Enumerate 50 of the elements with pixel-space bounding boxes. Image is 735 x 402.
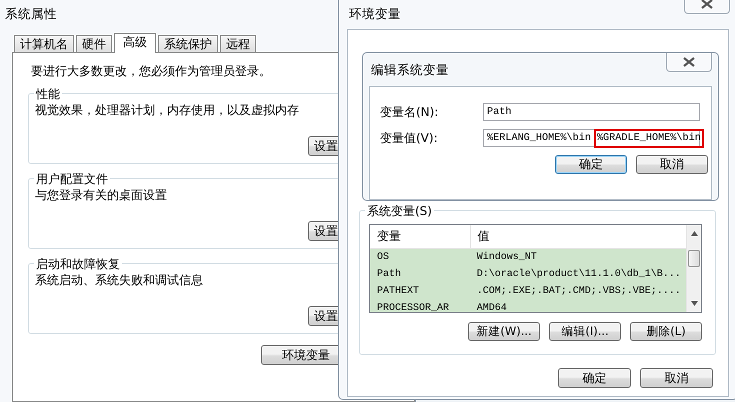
tab[interactable]: 系统保护 (158, 35, 218, 52)
input-field[interactable]: Path (483, 103, 700, 121)
table-cell-text: PROCESSOR_AR (376, 302, 450, 312)
dialog-button[interactable]: 确定 (558, 368, 631, 388)
group-title: 用户配置文件 (34, 171, 110, 188)
scroll-thumb[interactable] (688, 250, 700, 267)
field-text: %GRADLE_HOME%\bin (594, 128, 704, 148)
variable-button[interactable]: 新建(W)... (468, 322, 540, 341)
group-description: 系统启动、系统失败和调试信息 (35, 272, 203, 289)
table-cell-text: .COM;.EXE;.BAT;.CMD;.VBS;.VBE;.... (476, 285, 682, 299)
table-cell-text: Windows_NT (476, 250, 538, 265)
field-text: %ERLANG_HOME%\bin (487, 132, 591, 144)
close-button[interactable] (684, 0, 730, 14)
window-title: 环境变量 (349, 5, 401, 23)
field-label: 变量名(N): (380, 104, 440, 120)
variable-button[interactable]: 编辑(I)... (549, 322, 621, 341)
table-row[interactable]: Path D:\oracle\product\11.1.0\db_1\B... (370, 266, 686, 283)
tab[interactable]: 硬件 (76, 35, 112, 52)
dialog-button[interactable]: 取消 (640, 368, 713, 388)
variable-button[interactable]: 删除(L) (630, 322, 702, 341)
field-text: Path (487, 106, 512, 118)
table-cell-text: OS (376, 251, 390, 265)
scrollbar[interactable] (686, 225, 701, 312)
column-header: 变量 (376, 228, 402, 245)
table-cell-text: Path (376, 268, 402, 282)
window-title: 编辑系统变量 (371, 61, 449, 79)
dialog-button[interactable]: 取消 (636, 155, 708, 174)
close-button[interactable] (666, 53, 712, 72)
group-title: 启动和故障恢复 (34, 256, 122, 273)
notice-text: 要进行大多数更改，您必须作为管理员登录。 (31, 63, 271, 80)
table-cell-text: PATHEXT (376, 285, 420, 299)
tab[interactable]: 高级 (114, 33, 156, 53)
group-description: 与您登录有关的桌面设置 (35, 187, 167, 204)
dialog-button[interactable]: 确定 (555, 155, 627, 174)
group-title: 系统变量(S) (365, 203, 434, 220)
close-icon (682, 57, 696, 67)
tab[interactable]: 远程 (220, 35, 256, 52)
group-description: 视觉效果，处理器计划，内存使用，以及虚拟内存 (35, 102, 299, 119)
table-row[interactable]: PATHEXT .COM;.EXE;.BAT;.CMD;.VBS;.VBE;.... (370, 283, 686, 300)
table-cell-text: AMD64 (476, 302, 508, 312)
table-cell-text: D:\oracle\product\11.1.0\db_1\B... (476, 268, 682, 282)
tab[interactable]: 计算机名 (14, 35, 74, 52)
table-row[interactable]: PROCESSOR_AR AMD64 (370, 300, 686, 312)
scroll-up-icon (690, 231, 698, 236)
table-row[interactable]: OS Windows_NT (370, 249, 686, 266)
close-icon (700, 0, 714, 9)
group-title: 性能 (34, 86, 62, 103)
field-label: 变量值(V): (380, 130, 439, 146)
scroll-down-icon (690, 301, 698, 306)
window-title: 系统属性 (5, 5, 57, 23)
